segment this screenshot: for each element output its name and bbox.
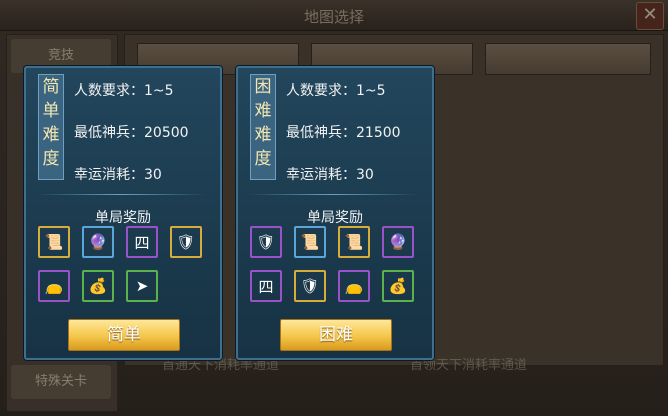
- easy-button[interactable]: 简单: [68, 319, 180, 351]
- tag-char: 单: [42, 101, 60, 121]
- difficulty-tag: 简 单 难 度: [38, 74, 64, 180]
- hard-button[interactable]: 困难: [280, 319, 392, 351]
- divider: [248, 194, 418, 195]
- min-power-requirement: 最低神兵：20500: [74, 125, 189, 141]
- pink-bag-icon[interactable]: 👝: [338, 270, 370, 302]
- players-requirement: 人数要求：1~5: [74, 83, 174, 99]
- rune-stone-icon[interactable]: 四: [250, 270, 282, 302]
- arrow-shard-icon[interactable]: ➤: [126, 270, 158, 302]
- min-power-requirement: 最低神兵：21500: [286, 125, 401, 141]
- divider: [36, 194, 206, 195]
- tag-char: 度: [254, 149, 272, 169]
- reward-title: 单局奖励: [95, 210, 151, 226]
- difficulty-panel-easy: 简 单 难 度 人数要求：1~5 最低神兵：20500 幸运消耗：30 单局奖励…: [24, 66, 222, 360]
- scroll-icon[interactable]: 📜: [38, 226, 70, 258]
- hero-portrait-icon[interactable]: 🛡: [170, 226, 202, 258]
- crystal-orb-icon[interactable]: 🔮: [82, 226, 114, 258]
- green-bag-icon[interactable]: 💰: [382, 270, 414, 302]
- tag-char: 简: [42, 77, 60, 97]
- crystal-orb-icon[interactable]: 🔮: [382, 226, 414, 258]
- rune-stone-icon[interactable]: 四: [126, 226, 158, 258]
- tag-char: 度: [42, 149, 60, 169]
- scroll-stack-icon[interactable]: 📜: [294, 226, 326, 258]
- luck-cost: 幸运消耗：30: [286, 167, 374, 183]
- reward-title: 单局奖励: [307, 210, 363, 226]
- difficulty-panel-hard: 困 难 难 度 人数要求：1~5 最低神兵：21500 幸运消耗：30 单局奖励…: [236, 66, 434, 360]
- hero-portrait-icon[interactable]: 🛡: [250, 226, 282, 258]
- luck-cost: 幸运消耗：30: [74, 167, 162, 183]
- green-bag-icon[interactable]: 💰: [82, 270, 114, 302]
- pink-bag-icon[interactable]: 👝: [38, 270, 70, 302]
- players-requirement: 人数要求：1~5: [286, 83, 386, 99]
- difficulty-tag: 困 难 难 度: [250, 74, 276, 180]
- tag-char: 困: [254, 77, 272, 97]
- tag-char: 难: [254, 101, 272, 121]
- scroll-icon[interactable]: 📜: [338, 226, 370, 258]
- tag-char: 难: [254, 125, 272, 145]
- hero-portrait-icon[interactable]: 🛡: [294, 270, 326, 302]
- tag-char: 难: [42, 125, 60, 145]
